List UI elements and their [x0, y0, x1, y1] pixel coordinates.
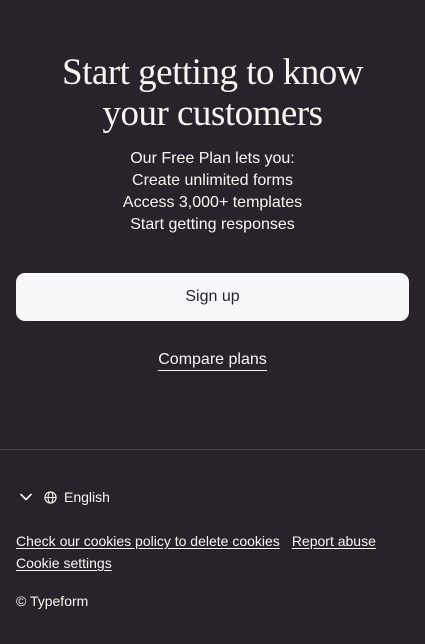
compare-plans-container: Compare plans: [0, 349, 425, 371]
hero-headline: Start getting to know your customers: [0, 52, 425, 134]
footer-links: Check our cookies policy to delete cooki…: [16, 530, 411, 574]
headline-line-1: Start getting to know: [62, 52, 363, 93]
copyright-text: © Typeform: [16, 593, 89, 609]
benefit-item: Create unlimited forms: [132, 172, 293, 189]
hero-section: Start getting to know your customers Our…: [0, 0, 425, 450]
cookies-policy-link[interactable]: Check our cookies policy to delete cooki…: [16, 533, 280, 549]
free-plan-benefits: Our Free Plan lets you: Create unlimited…: [0, 148, 425, 236]
footer-divider: [0, 449, 425, 450]
benefit-item: Access 3,000+ templates: [122, 194, 303, 211]
report-abuse-link[interactable]: Report abuse: [292, 533, 376, 549]
signup-button[interactable]: Sign up: [16, 273, 409, 321]
cookie-settings-link[interactable]: Cookie settings: [16, 555, 112, 571]
language-selector[interactable]: English: [16, 487, 110, 507]
compare-plans-link[interactable]: Compare plans: [158, 351, 267, 371]
globe-icon: [42, 489, 58, 505]
chevron-down-icon[interactable]: [16, 487, 36, 507]
language-label: English: [64, 489, 110, 505]
benefit-item: Start getting responses: [130, 216, 295, 233]
headline-line-2: your customers: [102, 93, 323, 134]
benefits-intro: Our Free Plan lets you:: [130, 150, 295, 167]
